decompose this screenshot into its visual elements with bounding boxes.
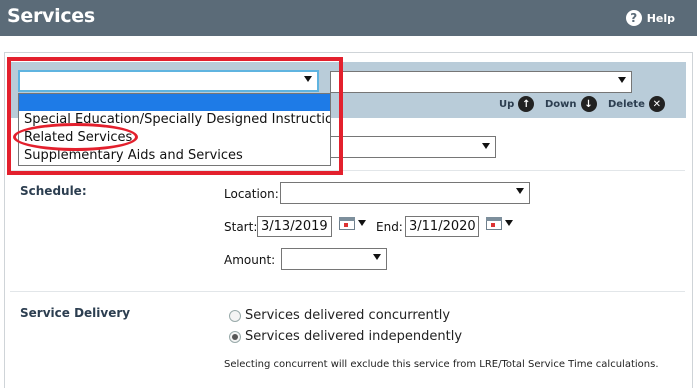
up-label: Up [499, 98, 515, 110]
dropdown-option-blank[interactable] [19, 94, 330, 111]
divider [10, 291, 685, 292]
radio-independent[interactable]: Services delivered independently [229, 329, 462, 344]
service-select[interactable] [330, 71, 632, 93]
chevron-down-icon [304, 76, 312, 82]
down-label: Down [545, 98, 577, 110]
help-button[interactable]: ? Help [625, 10, 675, 26]
page-title: Services [7, 5, 95, 27]
service-delivery-label: Service Delivery [20, 306, 131, 320]
amount-label: Amount: [224, 253, 276, 267]
schedule-label: Schedule: [20, 184, 87, 198]
location-select[interactable] [280, 182, 530, 204]
chevron-down-icon [373, 254, 381, 260]
arrow-up-icon: ↑ [518, 96, 535, 112]
divider [10, 170, 685, 171]
end-date-input[interactable]: 3/11/2020 [405, 216, 479, 237]
chevron-down-icon [618, 77, 626, 83]
down-button[interactable]: Down ↓ [545, 96, 597, 112]
radio-button[interactable] [229, 309, 241, 322]
radio-button-selected[interactable] [229, 330, 241, 343]
provider-select[interactable] [330, 136, 496, 158]
radio-independent-label: Services delivered independently [245, 329, 463, 344]
chevron-down-icon [482, 143, 490, 149]
start-calendar-button[interactable] [339, 215, 366, 231]
location-label: Location: [224, 187, 279, 201]
start-date-input[interactable]: 3/13/2019 [257, 216, 332, 237]
end-label: End: [376, 220, 403, 234]
service-type-select[interactable] [18, 70, 319, 92]
delivery-note: Selecting concurrent will exclude this s… [224, 359, 659, 370]
help-label: Help [646, 11, 675, 25]
dropdown-option-special-education[interactable]: Special Education/Specially Designed Ins… [19, 111, 330, 129]
help-icon: ? [625, 10, 642, 26]
chevron-down-icon [505, 220, 513, 226]
chevron-down-icon [516, 188, 524, 194]
chevron-down-icon [358, 220, 366, 226]
up-button[interactable]: Up ↑ [499, 96, 535, 112]
dropdown-option-supplementary-aids[interactable]: Supplementary Aids and Services [19, 147, 330, 165]
close-icon: ✕ [648, 96, 665, 112]
delete-label: Delete [608, 98, 645, 110]
radio-concurrent[interactable]: Services delivered concurrently [229, 308, 450, 323]
end-calendar-button[interactable] [486, 215, 513, 231]
radio-concurrent-label: Services delivered concurrently [245, 308, 451, 323]
amount-select[interactable] [281, 248, 387, 270]
service-type-dropdown-list: Special Education/Specially Designed Ins… [18, 93, 331, 166]
start-label: Start: [224, 220, 258, 234]
arrow-down-icon: ↓ [580, 96, 597, 112]
delete-button[interactable]: Delete ✕ [608, 96, 665, 112]
page-header: Services ? Help [0, 0, 697, 36]
dropdown-option-related-services[interactable]: Related Services [19, 129, 330, 147]
